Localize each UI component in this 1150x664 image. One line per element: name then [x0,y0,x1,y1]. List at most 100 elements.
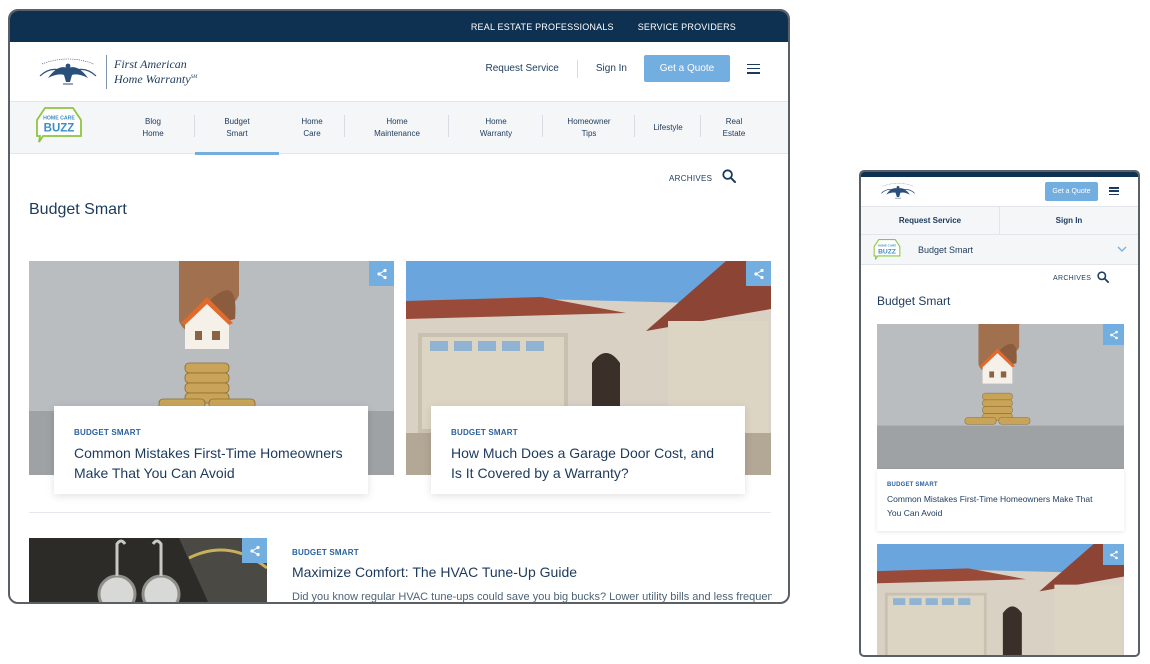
hamburger-menu-icon[interactable] [747,63,760,74]
tab-label: Maintenance [374,129,420,138]
tab-real-estate[interactable]: Real Estate [701,102,767,154]
card-caption: BUDGET SMART How Much Does a Garage Door… [431,406,745,494]
mobile-account-row: Request Service Sign In [861,207,1138,235]
list-item-excerpt: Did you know regular HVAC tune-ups could… [292,591,772,603]
blog-category-nav: HOME CARE BUZZ Blog Home Budget Smart Home… [10,102,788,155]
article-list-item-image[interactable] [29,538,267,604]
desktop-browser-frame: REAL ESTATE PROFESSIONALS SERVICE PROVID… [8,9,790,604]
card-title-line: Make That You Can Avoid [74,465,235,481]
mobile-device-frame: Get a Quote Request Service Sign In HOME… [859,170,1140,657]
tab-label: Home [485,117,507,126]
mobile-request-service-link[interactable]: Request Service [861,207,1000,234]
tab-home-maintenance[interactable]: Home Maintenance [345,102,449,154]
mobile-selected-category: Budget Smart [918,245,974,255]
tab-label: Homeowner [567,117,611,126]
card-category[interactable]: BUDGET SMART [887,482,1114,488]
buzz-logo-line-1: HOME CARE [43,116,75,122]
page-title: Budget Smart [29,201,127,218]
card-title[interactable]: Common Mistakes First-Time Homeowners Ma… [887,492,1114,520]
chevron-down-icon [1117,246,1127,252]
buzz-logo-line-1: HOME CARE [878,243,896,247]
tab-lifestyle[interactable]: Lifestyle [635,102,701,154]
get-a-quote-button[interactable]: Get a Quote [644,55,730,82]
tab-label: Real [725,117,743,126]
real-estate-professionals-link[interactable]: REAL ESTATE PROFESSIONALS [471,22,614,32]
share-button[interactable] [1103,324,1124,345]
card-title[interactable]: Common Mistakes First-Time Homeowners Ma… [74,443,348,483]
card-category[interactable]: BUDGET SMART [74,428,348,437]
tab-home-warranty[interactable]: Home Warranty [449,102,543,154]
category-tabs: Blog Home Budget Smart Home Care Home Mainte… [111,102,767,155]
tab-label: Care [303,129,321,138]
card-title-line: How Much Does a Garage Door Cost, and [451,445,715,461]
request-service-link[interactable]: Request Service [485,63,558,74]
mobile-category-dropdown[interactable]: HOME CARE BUZZ Budget Smart [861,235,1138,265]
nav-divider [576,59,578,78]
mobile-archives-link[interactable]: ARCHIVES [1053,275,1091,282]
archives-link[interactable]: ARCHIVES [669,174,712,183]
share-icon [249,545,261,557]
mobile-article-card[interactable] [877,544,1124,657]
card-category[interactable]: BUDGET SMART [451,428,725,437]
card-title-line: You Can Avoid [887,508,943,518]
share-icon [1109,550,1119,560]
article-card[interactable]: BUDGET SMART How Much Does a Garage Door… [406,261,771,499]
service-providers-link[interactable]: SERVICE PROVIDERS [638,22,736,32]
buzz-logo-line-2: BUZZ [878,248,896,255]
mobile-page-title: Budget Smart [877,294,951,308]
tab-label: Home [142,129,164,138]
list-item-title[interactable]: Maximize Comfort: The HVAC Tune-Up Guide [292,564,577,580]
tab-label: Blog [144,117,161,126]
brand-line-2-text: Home Warranty [114,71,191,86]
search-icon[interactable] [722,169,736,183]
brand-name: First American Home WarrantySM [114,56,197,86]
tab-blog-home[interactable]: Blog Home [111,102,195,154]
header-nav: Request Service Sign In Get a Quote [485,55,760,82]
brand-line-2: Home WarrantySM [114,71,197,86]
card-title-line: Common Mistakes First-Time Homeowners [74,445,343,461]
tab-home-care[interactable]: Home Care [279,102,345,154]
mobile-get-a-quote-button[interactable]: Get a Quote [1045,182,1098,201]
card-title[interactable]: How Much Does a Garage Door Cost, and Is… [451,443,725,483]
share-button[interactable] [746,261,771,286]
eagle-logo-icon[interactable] [879,181,917,201]
list-item-category[interactable]: BUDGET SMART [292,548,359,557]
service-mark: SM [190,74,198,80]
tab-budget-smart[interactable]: Budget Smart [195,102,279,155]
main-content: ARCHIVES Budget Smart BUDGET SMART Commo… [10,154,788,602]
share-button[interactable] [369,261,394,286]
home-care-buzz-logo-icon: HOME CARE BUZZ [873,238,901,261]
buzz-logo-line-2: BUZZ [44,123,75,135]
mobile-search-icon[interactable] [1097,271,1109,283]
section-divider [29,512,771,513]
garage-house-image[interactable] [877,544,1124,657]
tab-label: Lifestyle [653,123,683,132]
tab-label: Estate [722,129,746,138]
brand-line-1: First American [114,56,187,71]
tab-label: Tips [581,129,597,138]
mobile-hamburger-menu-icon[interactable] [1109,187,1119,195]
mobile-sign-in-link[interactable]: Sign In [1000,207,1138,234]
eagle-logo-icon [36,56,100,88]
sign-in-link[interactable]: Sign In [596,63,627,74]
share-button[interactable] [1103,544,1124,565]
tab-label: Budget [224,117,250,126]
card-caption: BUDGET SMART Common Mistakes First-Time … [54,406,368,494]
logo-divider [106,54,107,89]
hvac-gauges-image[interactable] [29,538,267,604]
share-icon [753,268,765,280]
coin-stack-house-image[interactable] [877,324,1124,469]
site-logo[interactable]: First American Home WarrantySM [36,54,197,89]
card-title-line: Is It Covered by a Warranty? [451,465,629,481]
utility-bar: REAL ESTATE PROFESSIONALS SERVICE PROVID… [10,11,788,42]
tab-homeowner-tips[interactable]: Homeowner Tips [543,102,635,154]
share-icon [376,268,388,280]
share-button[interactable] [242,538,267,563]
tab-label: Home [386,117,408,126]
mobile-article-card[interactable]: BUDGET SMART Common Mistakes First-Time … [877,324,1124,534]
mobile-header: Get a Quote [861,177,1138,207]
tab-label: Warranty [479,129,513,138]
share-icon [1109,330,1119,340]
home-care-buzz-logo-icon[interactable]: HOME CARE BUZZ [35,106,83,144]
article-card[interactable]: BUDGET SMART Common Mistakes First-Time … [29,261,394,499]
